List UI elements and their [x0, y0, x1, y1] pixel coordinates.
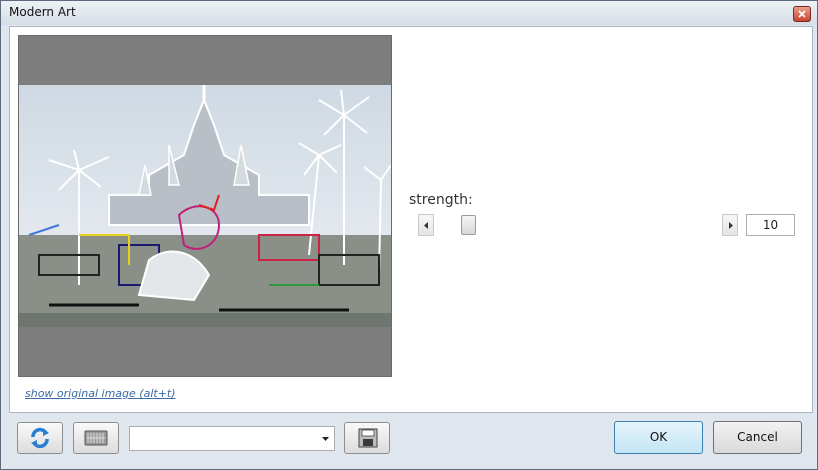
title-bar[interactable]: Modern Art	[1, 1, 817, 25]
close-icon	[798, 10, 806, 18]
chevron-left-icon	[424, 222, 428, 229]
ok-button[interactable]: OK	[614, 421, 703, 454]
strength-label: strength:	[409, 192, 473, 208]
strength-increase-button[interactable]	[722, 214, 738, 236]
dialog-window: Modern Art show original image (alt+t) s…	[0, 0, 818, 470]
chevron-right-icon	[729, 222, 733, 229]
preset-combobox[interactable]	[129, 426, 335, 451]
show-original-link[interactable]: show original image (alt+t)	[25, 387, 176, 400]
refresh-icon	[31, 427, 49, 449]
strength-decrease-button[interactable]	[418, 214, 434, 236]
keyboard-button[interactable]	[73, 422, 119, 454]
chevron-down-icon	[322, 437, 329, 441]
image-preview	[18, 35, 392, 377]
strength-slider[interactable]	[434, 214, 721, 236]
strength-slider-thumb[interactable]	[461, 215, 476, 235]
dialog-content: show original image (alt+t) strength: 10	[9, 26, 813, 413]
keyboard-icon	[84, 430, 108, 446]
preview-image	[19, 85, 391, 327]
save-icon	[358, 428, 378, 448]
window-title: Modern Art	[9, 5, 76, 19]
refresh-button[interactable]	[17, 422, 63, 454]
strength-value-input[interactable]: 10	[746, 214, 795, 236]
save-preset-button[interactable]	[344, 422, 390, 454]
close-button[interactable]	[793, 6, 811, 22]
cancel-button[interactable]: Cancel	[713, 421, 802, 454]
